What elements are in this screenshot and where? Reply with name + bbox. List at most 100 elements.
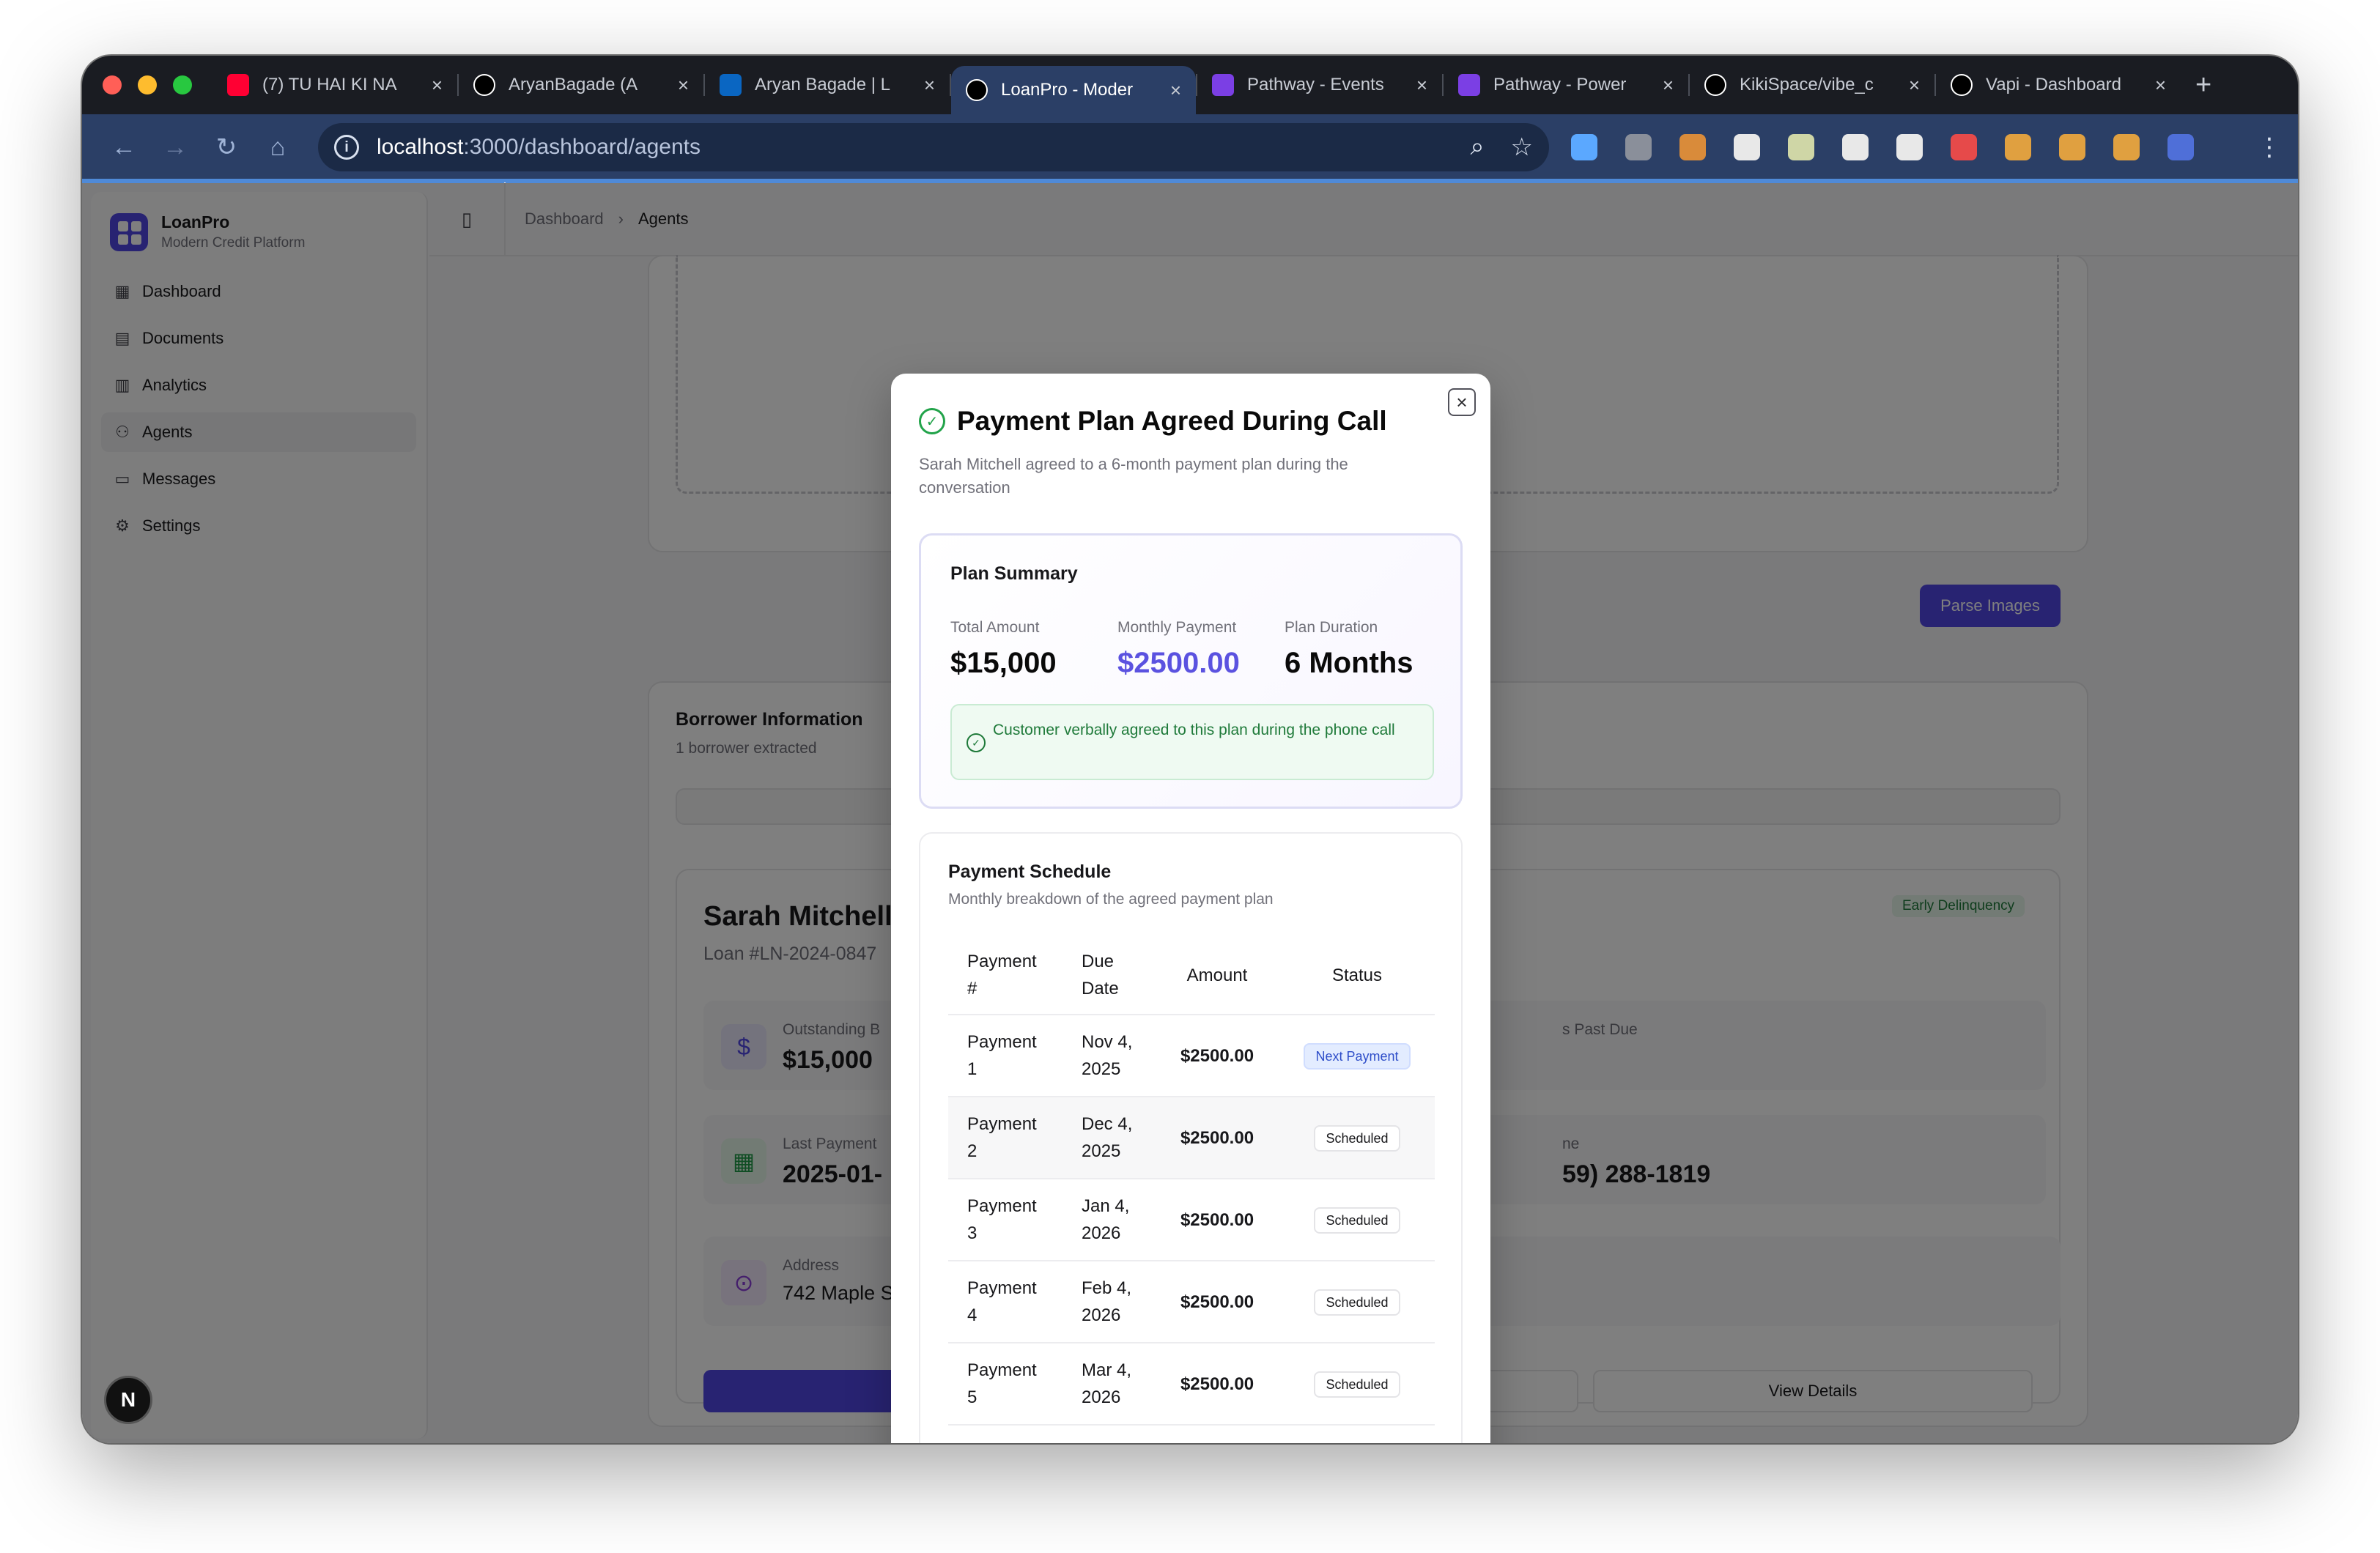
column-header: Status: [1279, 936, 1435, 1015]
close-icon[interactable]: ×: [1448, 388, 1476, 416]
back-arrow-icon[interactable]: ←: [98, 133, 149, 162]
tab-close-icon[interactable]: ×: [678, 74, 689, 97]
check-circle-icon: ✓: [967, 733, 986, 752]
column-header: Payment #: [948, 936, 1062, 1015]
tab-close-icon[interactable]: ×: [1909, 74, 1920, 97]
home-icon[interactable]: ⌂: [252, 133, 303, 162]
tab-close-icon[interactable]: ×: [432, 74, 443, 97]
nextjs-dev-indicator[interactable]: N: [104, 1376, 152, 1424]
plan-duration: Plan Duration 6 Months: [1285, 619, 1413, 680]
new-tab-button[interactable]: +: [2195, 70, 2211, 101]
browser-tab[interactable]: Aryan Bagade | L ×: [705, 64, 950, 105]
browser-menu-icon[interactable]: ⋮: [2257, 133, 2282, 162]
monthly-payment: Monthly Payment $2500.00: [1117, 619, 1240, 680]
tab-title: Vapi - Dashboard: [1986, 75, 2121, 94]
bookmark-star-icon[interactable]: ☆: [1511, 133, 1533, 162]
status-cell: Scheduled: [1279, 1179, 1435, 1261]
forward-arrow-icon[interactable]: →: [149, 133, 201, 162]
tab-title: Pathway - Power: [1493, 75, 1627, 94]
due-date: Nov 4, 2025: [1062, 1015, 1155, 1097]
monthly-payment-label: Monthly Payment: [1117, 619, 1237, 636]
agreement-notice: ✓ Customer verbally agreed to this plan …: [950, 704, 1434, 780]
tab-close-icon[interactable]: ×: [1663, 74, 1674, 97]
tab-close-icon[interactable]: ×: [924, 74, 935, 97]
dialog-title: Payment Plan Agreed During Call: [957, 406, 1387, 436]
payment-number: Payment 4: [948, 1261, 1062, 1343]
payment-amount: $2500.00: [1155, 1179, 1279, 1261]
zoom-window-button[interactable]: [173, 75, 192, 94]
tab-strip: (7) TU HAI KI NA × AryanBagade (A × Aryan Ba…: [212, 56, 2181, 114]
status-cell: Scheduled: [1279, 1097, 1435, 1179]
pathway-icon: [1458, 74, 1480, 96]
payment-number: Payment 1: [948, 1015, 1062, 1097]
status-cell: Scheduled: [1279, 1343, 1435, 1426]
status-cell: Next Payment: [1279, 1015, 1435, 1097]
due-date: Feb 4, 2026: [1062, 1261, 1155, 1343]
extension-icon[interactable]: [1625, 134, 1652, 160]
site-info-icon[interactable]: i: [334, 135, 359, 160]
browser-tab[interactable]: Vapi - Dashboard ×: [1936, 64, 2181, 105]
tab-title: LoanPro - Moder: [1001, 80, 1134, 100]
github-icon: [473, 74, 495, 96]
close-window-button[interactable]: [103, 75, 122, 94]
total-amount: Total Amount $15,000: [950, 619, 1057, 680]
extension-icon[interactable]: [2005, 134, 2031, 160]
tab-close-icon[interactable]: ×: [2155, 74, 2166, 97]
browser-tab[interactable]: Pathway - Power ×: [1444, 64, 1688, 105]
url-host: localhost: [377, 135, 464, 159]
extension-icon[interactable]: [2168, 134, 2194, 160]
extension-icon[interactable]: [2113, 134, 2140, 160]
tab-close-icon[interactable]: ×: [1416, 74, 1427, 97]
table-row: Payment 5 Mar 4, 2026 $2500.00 Scheduled: [948, 1343, 1435, 1426]
due-date: Jan 4, 2026: [1062, 1179, 1155, 1261]
tab-close-icon[interactable]: ×: [1170, 79, 1181, 102]
payment-schedule-card: Payment Schedule Monthly breakdown of th…: [919, 832, 1463, 1443]
browser-tab[interactable]: Pathway - Events ×: [1197, 64, 1442, 105]
browser-tab[interactable]: KikiSpace/vibe_c ×: [1690, 64, 1934, 105]
minimize-window-button[interactable]: [138, 75, 157, 94]
agreement-text: Customer verbally agreed to this plan du…: [993, 722, 1395, 738]
extension-icon[interactable]: [2059, 134, 2085, 160]
extension-icon[interactable]: [1788, 134, 1814, 160]
payment-amount: $2500.00: [1155, 1015, 1279, 1097]
payment-schedule-title: Payment Schedule: [948, 861, 1112, 882]
browser-tab[interactable]: AryanBagade (A ×: [459, 64, 703, 105]
column-header: Due Date: [1062, 936, 1155, 1015]
vercel-icon: [966, 79, 988, 101]
zoom-icon[interactable]: ⌕: [1470, 133, 1484, 162]
total-amount-value: $15,000: [950, 647, 1057, 679]
check-circle-icon: ✓: [919, 408, 945, 434]
tab-bar: (7) TU HAI KI NA × AryanBagade (A × Aryan Ba…: [82, 56, 2298, 114]
payment-amount: $2500.00: [1155, 1343, 1279, 1426]
total-amount-label: Total Amount: [950, 619, 1040, 636]
payment-amount: $2500.00: [1155, 1097, 1279, 1179]
plan-summary-title: Plan Summary: [950, 563, 1078, 584]
status-badge: Scheduled: [1314, 1371, 1400, 1398]
status-badge: Next Payment: [1304, 1043, 1411, 1070]
table-header-row: Payment # Due Date Amount Status: [948, 936, 1435, 1015]
linkedin-icon: [720, 74, 742, 96]
payment-number: Payment 2: [948, 1097, 1062, 1179]
extension-icon[interactable]: [1734, 134, 1760, 160]
payment-amount: $2500.00: [1155, 1261, 1279, 1343]
payment-schedule-table: Payment # Due Date Amount Status Payment…: [948, 936, 1435, 1426]
extension-icon[interactable]: [1951, 134, 1977, 160]
browser-tab[interactable]: (7) TU HAI KI NA ×: [212, 64, 457, 105]
tab-title: AryanBagade (A: [509, 75, 638, 94]
vapi-icon: [1951, 74, 1973, 96]
tab-title: Pathway - Events: [1247, 75, 1384, 94]
extension-icon[interactable]: [1896, 134, 1923, 160]
payment-number: Payment 3: [948, 1179, 1062, 1261]
plan-duration-label: Plan Duration: [1285, 619, 1378, 636]
reload-icon[interactable]: ↻: [201, 133, 252, 162]
app-page: LoanPro Modern Credit Platform ▦Dashboar…: [82, 182, 2298, 1443]
extension-icon[interactable]: [1571, 134, 1597, 160]
browser-tab[interactable]: LoanPro - Moder ×: [951, 66, 1196, 114]
plan-duration-value: 6 Months: [1285, 647, 1413, 679]
due-date: Mar 4, 2026: [1062, 1343, 1155, 1426]
extension-icon[interactable]: [1842, 134, 1869, 160]
table-row: Payment 1 Nov 4, 2025 $2500.00 Next Payment: [948, 1015, 1435, 1097]
due-date: Dec 4, 2025: [1062, 1097, 1155, 1179]
address-bar[interactable]: i localhost:3000/dashboard/agents ⌕ ☆: [318, 123, 1549, 171]
extension-icon[interactable]: [1679, 134, 1706, 160]
